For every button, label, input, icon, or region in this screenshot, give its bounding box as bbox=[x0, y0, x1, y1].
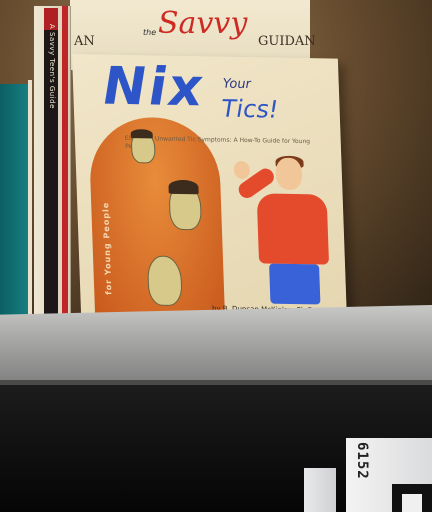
back-book-small-word: the bbox=[143, 28, 157, 37]
cover-title-nix: Nix bbox=[102, 56, 205, 119]
teal-book bbox=[0, 84, 30, 340]
back-book-title: Savvy bbox=[158, 6, 248, 41]
back-book-left-fragment: AN bbox=[74, 34, 95, 49]
shelf-surface bbox=[0, 305, 432, 385]
back-book-right-fragment: GUIDAN bbox=[258, 34, 316, 49]
man-hand bbox=[233, 160, 251, 180]
cartoon-figure-top-hair bbox=[130, 129, 153, 139]
man-jeans bbox=[269, 263, 321, 305]
shelf-label-mark-cutout bbox=[402, 494, 422, 512]
cover-title-your: Your bbox=[222, 76, 252, 93]
shelf-label-number: 6152 bbox=[354, 442, 370, 480]
lower-book-spine bbox=[304, 468, 336, 512]
book-cover-nix-your-tics: Nix Your Tics! Eliminate Unwanted Tic Sy… bbox=[72, 54, 348, 329]
spine-title: A Savvy Teen's Guide bbox=[48, 24, 56, 109]
cartoon-figure-middle-hair bbox=[168, 179, 199, 195]
man-red-hoodie bbox=[256, 193, 330, 265]
cover-title-tics: Tics! bbox=[221, 94, 279, 124]
spine-red-strip bbox=[62, 6, 68, 340]
bookshelf-scene: Savvy the AN GUIDAN A Savvy Teen's Guide… bbox=[0, 0, 432, 512]
man-head bbox=[275, 157, 303, 191]
teal-book-page-edge bbox=[28, 80, 32, 340]
